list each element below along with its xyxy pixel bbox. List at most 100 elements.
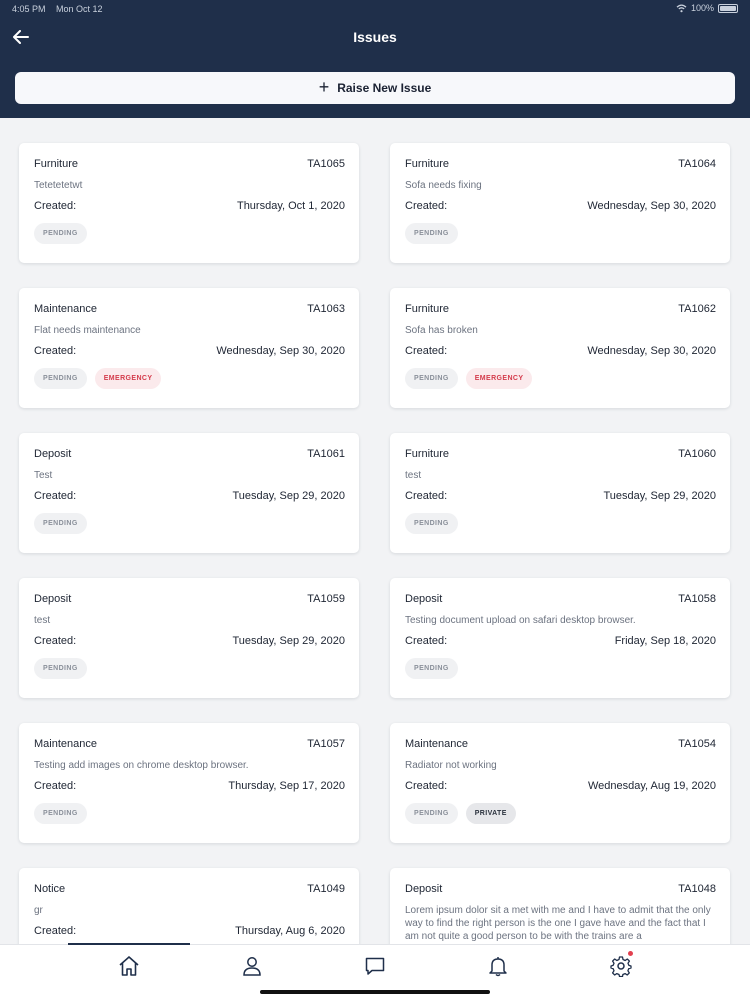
issue-card[interactable]: Notice TA1049 gr Created: Thursday, Aug … — [19, 868, 359, 944]
issue-card[interactable]: Deposit TA1061 Test Created: Tuesday, Se… — [19, 433, 359, 553]
issue-card[interactable]: Deposit TA1048 Lorem ipsum dolor sit a m… — [390, 868, 730, 944]
issue-card[interactable]: Maintenance TA1063 Flat needs maintenanc… — [19, 288, 359, 408]
status-badge-pending: PENDING — [34, 368, 87, 389]
issue-id: TA1061 — [307, 448, 345, 460]
created-date: Tuesday, Sep 29, 2020 — [232, 635, 345, 647]
issue-card[interactable]: Maintenance TA1057 Testing add images on… — [19, 723, 359, 843]
created-label: Created: — [34, 635, 77, 647]
created-date: Thursday, Aug 6, 2020 — [235, 925, 345, 937]
raise-new-issue-label: Raise New Issue — [337, 81, 432, 95]
active-tab-indicator — [68, 943, 190, 945]
created-date: Tuesday, Sep 29, 2020 — [232, 490, 345, 502]
badge-row: PENDING EMERGENCY — [405, 368, 716, 389]
card-header: Furniture TA1065 — [34, 158, 345, 170]
tab-settings[interactable] — [608, 951, 634, 979]
badge-row: PENDING — [34, 658, 345, 679]
issue-description: Test — [34, 470, 53, 481]
created-row: Created: Wednesday, Sep 30, 2020 — [34, 345, 345, 357]
issue-description: test — [405, 470, 422, 481]
issue-card[interactable]: Furniture TA1064 Sofa needs fixing Creat… — [390, 143, 730, 263]
issue-id: TA1060 — [678, 448, 716, 460]
created-label: Created: — [34, 345, 77, 357]
status-badge-emergency: EMERGENCY — [465, 368, 533, 389]
badge-row: PENDING — [405, 658, 716, 679]
issue-category: Maintenance — [34, 738, 97, 750]
issue-description: Radiator not working — [405, 760, 497, 771]
issues-grid: Furniture TA1065 Tetetetetwt Created: Th… — [19, 143, 731, 944]
created-date: Thursday, Sep 17, 2020 — [228, 780, 345, 792]
battery-percent: 100% — [690, 3, 714, 13]
issue-description: Sofa has broken — [405, 325, 478, 336]
issue-description: gr — [34, 905, 43, 916]
card-header: Furniture TA1060 — [405, 448, 716, 460]
issue-category: Furniture — [405, 448, 450, 460]
issues-list[interactable]: Furniture TA1065 Tetetetetwt Created: Th… — [0, 118, 750, 944]
issue-card[interactable]: Deposit TA1059 test Created: Tuesday, Se… — [19, 578, 359, 698]
battery-icon — [718, 3, 738, 13]
issue-category: Furniture — [405, 158, 450, 170]
status-right: 100% — [676, 3, 738, 13]
tab-home[interactable] — [116, 953, 142, 979]
badge-row: PENDING — [405, 223, 716, 244]
home-indicator — [260, 990, 490, 994]
issue-card[interactable]: Furniture TA1062 Sofa has broken Created… — [390, 288, 730, 408]
created-row: Created: Wednesday, Sep 30, 2020 — [405, 200, 716, 212]
status-time: 4:05 PM — [12, 4, 46, 14]
status-bar: 4:05 PM Mon Oct 12 100% — [0, 0, 750, 18]
tab-notifications[interactable] — [485, 953, 511, 979]
issue-description: Flat needs maintenance — [34, 325, 141, 336]
created-label: Created: — [405, 200, 448, 212]
tab-messages[interactable] — [362, 953, 388, 979]
created-date: Wednesday, Sep 30, 2020 — [216, 345, 345, 357]
issue-id: TA1059 — [307, 593, 345, 605]
tab-profile[interactable] — [239, 953, 265, 979]
status-badge-pending: PENDING — [34, 658, 87, 679]
created-date: Friday, Sep 18, 2020 — [614, 635, 716, 647]
card-header: Notice TA1049 — [34, 883, 345, 895]
card-header: Furniture TA1064 — [405, 158, 716, 170]
status-badge-emergency: EMERGENCY — [94, 368, 162, 389]
status-badge-pending: PENDING — [34, 223, 87, 244]
issue-card[interactable]: Furniture TA1060 test Created: Tuesday, … — [390, 433, 730, 553]
badge-row: PENDING PRIVATE — [405, 803, 716, 824]
badge-row: PENDING EMERGENCY — [34, 368, 345, 389]
badge-row: PENDING — [34, 803, 345, 824]
issue-card[interactable]: Deposit TA1058 Testing document upload o… — [390, 578, 730, 698]
issue-description: Testing add images on chrome desktop bro… — [34, 760, 249, 771]
created-label: Created: — [34, 925, 77, 937]
created-row: Created: Thursday, Aug 6, 2020 — [34, 925, 345, 937]
issue-description: Testing document upload on safari deskto… — [405, 615, 636, 626]
card-header: Deposit TA1048 — [405, 883, 716, 895]
status-badge-pending: PENDING — [405, 803, 458, 824]
status-badge-pending: PENDING — [34, 803, 87, 824]
card-header: Deposit TA1061 — [34, 448, 345, 460]
created-label: Created: — [34, 490, 77, 502]
plus-icon: + — [318, 77, 330, 97]
issue-category: Deposit — [405, 883, 443, 895]
status-badge-pending: PENDING — [405, 368, 458, 389]
issue-id: TA1063 — [307, 303, 345, 315]
status-badge-private: PRIVATE — [465, 803, 516, 824]
created-label: Created: — [405, 490, 448, 502]
created-date: Thursday, Oct 1, 2020 — [236, 200, 345, 212]
created-label: Created: — [405, 780, 448, 792]
home-icon — [119, 956, 139, 976]
created-label: Created: — [34, 780, 77, 792]
raise-new-issue-button[interactable]: + Raise New Issue — [15, 72, 735, 104]
bell-icon — [489, 957, 507, 977]
issue-category: Maintenance — [34, 303, 97, 315]
issue-card[interactable]: Furniture TA1065 Tetetetetwt Created: Th… — [19, 143, 359, 263]
notification-dot — [628, 951, 633, 956]
issue-category: Furniture — [34, 158, 79, 170]
issue-category: Deposit — [34, 448, 72, 460]
issue-id: TA1054 — [678, 738, 716, 750]
created-date: Tuesday, Sep 29, 2020 — [603, 490, 716, 502]
status-date: Mon Oct 12 — [56, 4, 103, 14]
created-row: Created: Tuesday, Sep 29, 2020 — [34, 490, 345, 502]
issue-card[interactable]: Maintenance TA1054 Radiator not working … — [390, 723, 730, 843]
chat-icon — [365, 957, 385, 975]
issue-description: Tetetetetwt — [34, 180, 83, 191]
issue-description: test — [34, 615, 51, 626]
created-date: Wednesday, Sep 30, 2020 — [587, 345, 716, 357]
issue-category: Deposit — [405, 593, 443, 605]
